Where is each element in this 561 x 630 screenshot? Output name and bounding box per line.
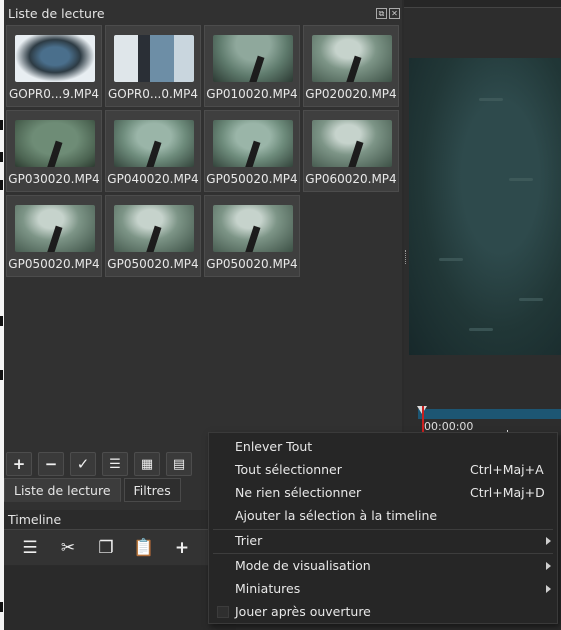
check-icon[interactable]: ✓	[70, 452, 96, 476]
edge-mark	[0, 602, 3, 612]
playlist-clip-thumbnail[interactable]: GP050020.MP4	[6, 195, 102, 277]
playlist-clip-thumbnail[interactable]: GP020020.MP4	[303, 25, 399, 107]
clip-filename: GP050020.MP4	[107, 257, 199, 271]
submenu-arrow-icon	[546, 585, 551, 593]
menu-item-shortcut: Ctrl+Maj+D	[470, 485, 545, 500]
clip-preview-image	[15, 35, 95, 82]
clip-preview-image	[213, 120, 293, 167]
menu-item-view-mode[interactable]: Mode de visualisation	[209, 555, 557, 577]
menu-item-select-none[interactable]: Ne rien sélectionner Ctrl+Maj+D	[209, 482, 557, 504]
clip-filename: GOPR0...0.MP4	[107, 87, 199, 101]
menu-icon[interactable]: ☰	[18, 536, 42, 560]
tab-playlist[interactable]: Liste de lecture	[4, 478, 121, 502]
clip-preview-image	[15, 120, 95, 167]
clip-preview-image	[312, 120, 392, 167]
clip-filename: GP030020.MP4	[8, 172, 100, 186]
clip-filename: GP010020.MP4	[206, 87, 298, 101]
clip-filename: GP020020.MP4	[305, 87, 397, 101]
panel-splitter-handle[interactable]	[405, 250, 408, 264]
playlist-clip-thumbnail[interactable]: GP050020.MP4	[204, 195, 300, 277]
paste-icon[interactable]: 📋	[132, 536, 156, 560]
menu-item-label: Ajouter la sélection à la timeline	[235, 508, 438, 523]
menu-item-shortcut: Ctrl+Maj+A	[470, 462, 544, 477]
menu-separator	[213, 553, 553, 554]
clip-filename: GP050020.MP4	[206, 257, 298, 271]
playlist-toolbar: + − ✓ ☰ ▦ ▤	[4, 452, 192, 478]
plus-icon[interactable]: +	[6, 452, 32, 476]
plus-icon[interactable]: +	[170, 536, 194, 560]
clip-preview-image	[213, 35, 293, 82]
checkbox-icon[interactable]	[217, 606, 229, 618]
clip-filename: GP050020.MP4	[206, 172, 298, 186]
panel-tabs: Liste de lecture Filtres	[4, 478, 181, 504]
menu-item-label: Miniatures	[235, 581, 301, 596]
playlist-clip-thumbnail[interactable]: GP040020.MP4	[105, 110, 201, 192]
playlist-clip-thumbnail[interactable]: GP050020.MP4	[204, 110, 300, 192]
dock-buttons: ⧉ ✕	[376, 8, 400, 19]
clip-filename: GP050020.MP4	[8, 257, 100, 271]
clip-filename: GP040020.MP4	[107, 172, 199, 186]
edge-mark	[0, 180, 3, 190]
menu-item-play-after-open[interactable]: Jouer après ouverture	[209, 601, 557, 623]
clip-preview-image	[312, 35, 392, 82]
menu-item-label: Enlever Tout	[235, 439, 313, 454]
edge-mark	[0, 316, 3, 326]
menu-item-label: Tout sélectionner	[235, 462, 342, 477]
playlist-clip-thumbnail[interactable]: GOPR0...9.MP4	[6, 25, 102, 107]
details-view-icon[interactable]: ▤	[166, 452, 192, 476]
playlist-clip-thumbnail[interactable]: GOPR0...0.MP4	[105, 25, 201, 107]
submenu-arrow-icon	[546, 562, 551, 570]
menu-item-label: Mode de visualisation	[235, 558, 371, 573]
clip-preview-image	[114, 35, 194, 82]
clip-filename: GOPR0...9.MP4	[8, 87, 100, 101]
menu-item-select-all[interactable]: Tout sélectionner Ctrl+Maj+A	[209, 459, 557, 481]
submenu-arrow-icon	[546, 537, 551, 545]
playlist-clip-thumbnail[interactable]: GP030020.MP4	[6, 110, 102, 192]
clip-preview-image	[114, 205, 194, 252]
copy-icon[interactable]: ❐	[94, 536, 118, 560]
playlist-clip-thumbnail[interactable]: GP060020.MP4	[303, 110, 399, 192]
close-panel-icon[interactable]: ✕	[389, 8, 400, 19]
playlist-context-menu: Enlever Tout Tout sélectionner Ctrl+Maj+…	[208, 432, 558, 624]
clip-preview-image	[114, 120, 194, 167]
video-frame[interactable]	[409, 58, 561, 355]
timeline-panel-title: Timeline	[8, 512, 62, 527]
list-view-icon[interactable]: ☰	[102, 452, 128, 476]
edge-mark	[0, 370, 3, 380]
menu-item-sort[interactable]: Trier	[209, 530, 557, 552]
menu-item-add-to-timeline[interactable]: Ajouter la sélection à la timeline	[209, 505, 557, 527]
playlist-clip-thumbnail[interactable]: GP050020.MP4	[105, 195, 201, 277]
clip-filename: GP060020.MP4	[305, 172, 397, 186]
scrubber-bar[interactable]	[418, 409, 561, 419]
scissors-icon[interactable]: ✂	[56, 536, 80, 560]
clip-preview-image	[213, 205, 293, 252]
timeline-toolbar: ☰ ✂ ❐ 📋 +	[4, 529, 236, 565]
clip-preview-image	[15, 205, 95, 252]
edge-mark	[0, 120, 3, 130]
playlist-panel-title: Liste de lecture	[8, 6, 105, 21]
video-viewer: 00:00:00	[404, 0, 561, 435]
menu-item-label: Ne rien sélectionner	[235, 485, 362, 500]
timeline-tracks-area[interactable]	[4, 566, 236, 630]
tab-filters[interactable]: Filtres	[123, 478, 181, 502]
menu-item-remove-all[interactable]: Enlever Tout	[209, 436, 557, 458]
menu-item-label: Jouer après ouverture	[235, 604, 371, 619]
menu-item-thumbnails[interactable]: Miniatures	[209, 578, 557, 600]
menu-item-label: Trier	[235, 533, 263, 548]
float-panel-icon[interactable]: ⧉	[376, 8, 387, 19]
playlist-clip-thumbnail[interactable]: GP010020.MP4	[204, 25, 300, 107]
minus-icon[interactable]: −	[38, 452, 64, 476]
grid-view-icon[interactable]: ▦	[134, 452, 160, 476]
viewer-top-bar	[404, 0, 561, 8]
edge-mark	[0, 152, 3, 162]
